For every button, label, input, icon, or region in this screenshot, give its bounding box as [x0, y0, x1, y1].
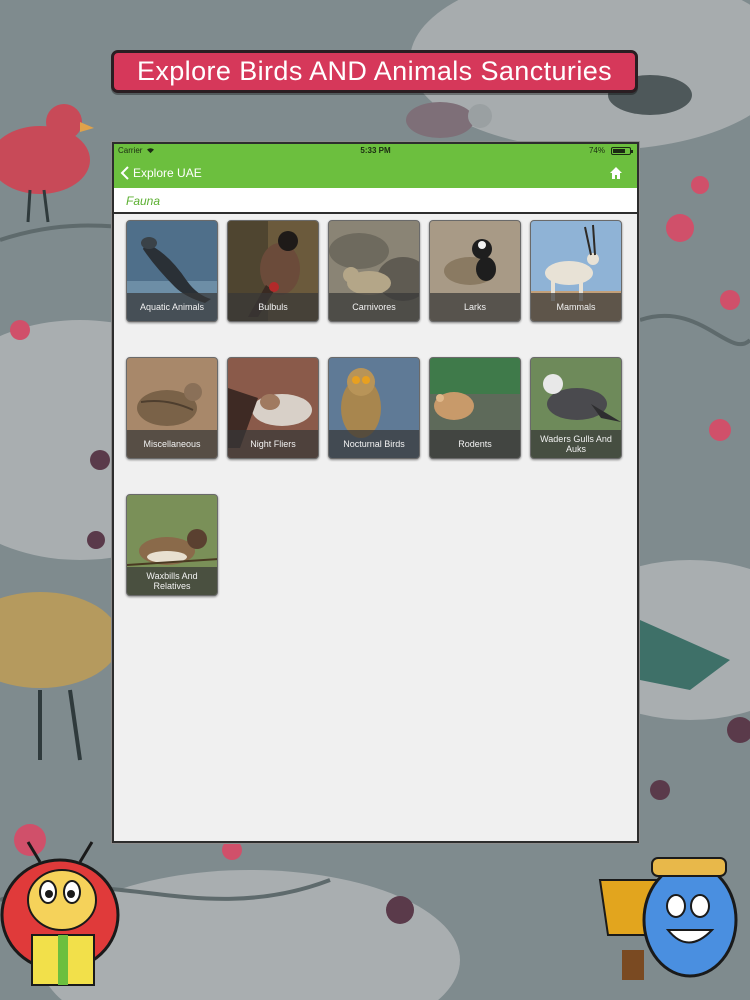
battery-percent: 74% [588, 146, 605, 155]
status-bar: Carrier 5:33 PM 74% [114, 144, 637, 158]
category-label: Waders Gulls And Auks [531, 430, 621, 458]
headline-banner: Explore Birds AND Animals Sancturies [111, 50, 638, 93]
category-label: Mammals [531, 293, 621, 321]
category-label: Carnivores [329, 293, 419, 321]
category-tile-nocturnal-birds[interactable]: Nocturnal Birds [328, 357, 420, 459]
category-tile-miscellaneous[interactable]: Miscellaneous [126, 357, 218, 459]
home-icon[interactable] [609, 166, 623, 180]
category-tile-night-fliers[interactable]: Night Fliers [227, 357, 319, 459]
category-label: Nocturnal Birds [329, 430, 419, 458]
category-label: Bulbuls [228, 293, 318, 321]
back-button[interactable]: Explore UAE [120, 164, 202, 182]
category-tile-aquatic-animals[interactable]: Aquatic Animals [126, 220, 218, 322]
chevron-left-icon [120, 166, 129, 180]
battery-icon [611, 147, 633, 155]
category-tile-mammals[interactable]: Mammals [530, 220, 622, 322]
category-tile-rodents[interactable]: Rodents [429, 357, 521, 459]
clock: 5:33 PM [360, 146, 391, 155]
section-header: Fauna [114, 188, 637, 214]
category-tile-waxbills-and-relatives[interactable]: Waxbills And Relatives [126, 494, 218, 596]
section-title: Fauna [126, 194, 161, 208]
category-tile-larks[interactable]: Larks [429, 220, 521, 322]
navigation-bar: Explore UAE [114, 158, 637, 188]
category-label: Aquatic Animals [127, 293, 217, 321]
category-tile-waders-gulls-and-auks[interactable]: Waders Gulls And Auks [530, 357, 622, 459]
category-label: Miscellaneous [127, 430, 217, 458]
battery-level [613, 149, 625, 153]
category-tile-carnivores[interactable]: Carnivores [328, 220, 420, 322]
app-screen: Carrier 5:33 PM 74% Explore UAE Fauna Aq… [112, 142, 639, 843]
category-label: Night Fliers [228, 430, 318, 458]
category-tile-bulbuls[interactable]: Bulbuls [227, 220, 319, 322]
category-label: Larks [430, 293, 520, 321]
category-label: Waxbills And Relatives [127, 567, 217, 595]
category-label: Rodents [430, 430, 520, 458]
back-button-label: Explore UAE [133, 166, 202, 180]
